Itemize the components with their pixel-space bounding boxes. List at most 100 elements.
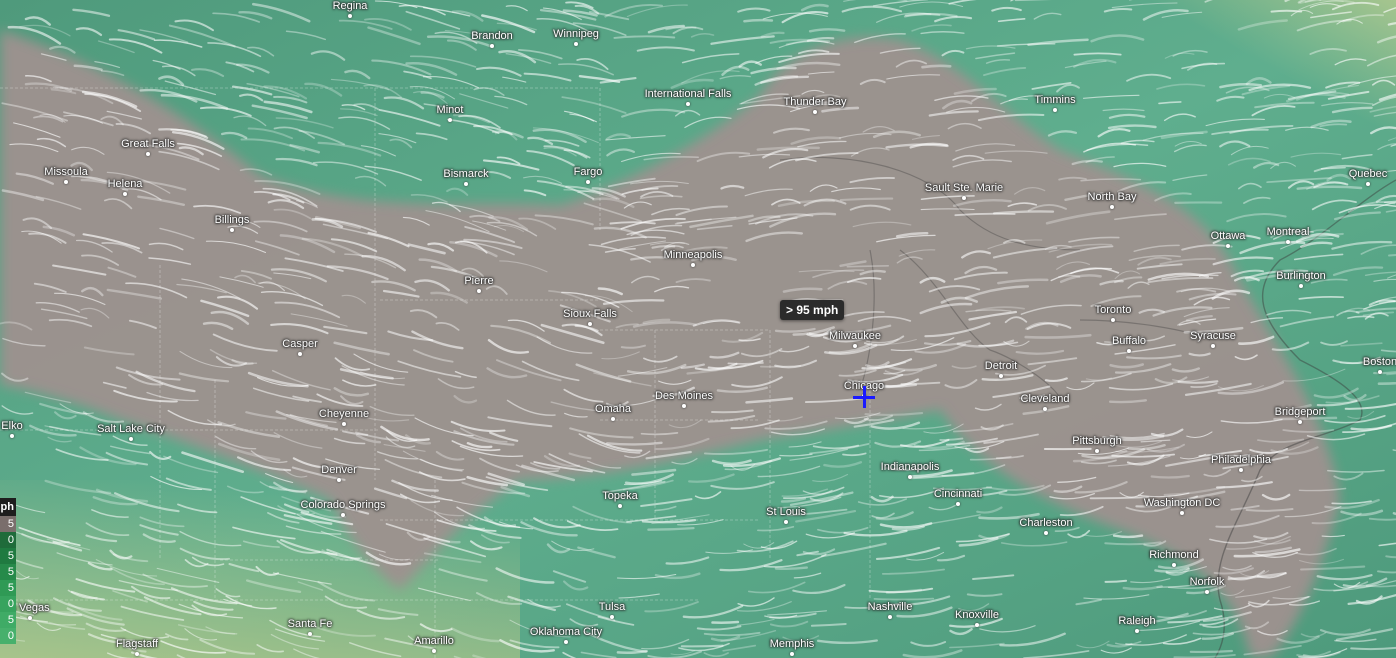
city-label[interactable]: Bridgeport: [1275, 406, 1326, 418]
city-label[interactable]: Sault Ste. Marie: [925, 182, 1003, 194]
city-label[interactable]: Topeka: [602, 490, 637, 502]
city-label[interactable]: Ottawa: [1211, 230, 1246, 242]
city-marker: [1172, 563, 1176, 567]
city-label[interactable]: Minot: [437, 104, 464, 116]
city-label[interactable]: Billings: [215, 214, 250, 226]
city-label[interactable]: Cheyenne: [319, 408, 369, 420]
city-label[interactable]: Casper: [282, 338, 317, 350]
city-label[interactable]: Bismarck: [443, 168, 488, 180]
city-label[interactable]: Burlington: [1276, 270, 1326, 282]
legend-step: 0: [0, 532, 16, 548]
city-label[interactable]: Colorado Springs: [301, 499, 386, 511]
city-label[interactable]: Thunder Bay: [784, 96, 847, 108]
city-label[interactable]: Minneapolis: [664, 249, 723, 261]
city-marker: [337, 478, 341, 482]
city-label[interactable]: Amarillo: [414, 635, 454, 647]
city-label[interactable]: Philadelphia: [1211, 454, 1271, 466]
city-marker: [564, 640, 568, 644]
city-label[interactable]: Raleigh: [1118, 615, 1155, 627]
city-label[interactable]: Missoula: [44, 166, 87, 178]
city-label[interactable]: Brandon: [471, 30, 513, 42]
city-marker: [813, 110, 817, 114]
city-marker: [975, 623, 979, 627]
city-label[interactable]: Richmond: [1149, 549, 1199, 561]
legend-step: 5: [0, 564, 16, 580]
city-marker: [432, 649, 436, 653]
city-marker: [146, 152, 150, 156]
city-label[interactable]: Elko: [1, 420, 22, 432]
city-label[interactable]: Omaha: [595, 403, 631, 415]
city-label[interactable]: Norfolk: [1190, 576, 1225, 588]
city-label[interactable]: Oklahoma City: [530, 626, 602, 638]
city-marker: [123, 192, 127, 196]
city-marker: [129, 437, 133, 441]
crosshair-cursor-icon[interactable]: [853, 386, 875, 408]
city-marker: [1111, 318, 1115, 322]
city-label[interactable]: Pittsburgh: [1072, 435, 1122, 447]
city-marker: [230, 228, 234, 232]
city-label[interactable]: Pierre: [464, 275, 493, 287]
legend-step: 0: [0, 596, 16, 612]
city-label[interactable]: Detroit: [985, 360, 1017, 372]
city-label[interactable]: Quebec: [1349, 168, 1388, 180]
city-marker: [448, 118, 452, 122]
city-label[interactable]: Memphis: [770, 638, 815, 650]
city-marker: [1211, 344, 1215, 348]
city-label[interactable]: Regina: [333, 0, 368, 12]
city-marker: [135, 652, 139, 656]
city-label[interactable]: Buffalo: [1112, 335, 1146, 347]
wind-streak: [921, 64, 952, 69]
city-label[interactable]: Boston: [1363, 356, 1396, 368]
city-label[interactable]: Charleston: [1019, 517, 1072, 529]
city-marker: [1299, 284, 1303, 288]
city-label[interactable]: Tulsa: [599, 601, 626, 613]
city-marker: [477, 289, 481, 293]
city-label[interactable]: North Bay: [1088, 191, 1137, 203]
city-label[interactable]: Nashville: [868, 601, 913, 613]
city-marker: [1095, 449, 1099, 453]
city-marker: [586, 180, 590, 184]
city-label[interactable]: Washington DC: [1144, 497, 1221, 509]
city-label[interactable]: Winnipeg: [553, 28, 599, 40]
city-label[interactable]: Fargo: [574, 166, 603, 178]
city-marker: [1286, 240, 1290, 244]
city-marker: [1378, 370, 1382, 374]
wind-streak: [1273, 416, 1338, 421]
wind-speed-tooltip: > 95 mph: [780, 300, 845, 320]
wind-streak: [1104, 579, 1128, 583]
city-label[interactable]: Helena: [108, 178, 143, 190]
city-label[interactable]: Knoxville: [955, 609, 999, 621]
city-marker: [1127, 349, 1131, 353]
city-label[interactable]: Montreal: [1267, 226, 1310, 238]
city-marker: [888, 615, 892, 619]
city-label[interactable]: Santa Fe: [288, 618, 333, 630]
city-label[interactable]: International Falls: [645, 88, 732, 100]
city-label[interactable]: Denver: [321, 464, 356, 476]
city-label[interactable]: Sioux Falls: [563, 308, 617, 320]
wind-streak: [616, 649, 648, 654]
city-label[interactable]: St Louis: [766, 506, 806, 518]
city-label[interactable]: Toronto: [1095, 304, 1132, 316]
city-marker: [691, 263, 695, 267]
city-label[interactable]: Timmins: [1034, 94, 1075, 106]
city-marker: [1205, 590, 1209, 594]
wind-streak: [1388, 253, 1396, 257]
city-label[interactable]: Milwaukee: [829, 330, 881, 342]
city-marker: [908, 475, 912, 479]
city-label[interactable]: s Vegas: [10, 602, 49, 614]
city-marker: [618, 504, 622, 508]
legend-step: 5: [0, 580, 16, 596]
city-label[interactable]: Syracuse: [1190, 330, 1236, 342]
city-label[interactable]: Salt Lake City: [97, 423, 165, 435]
city-marker: [1043, 407, 1047, 411]
city-label[interactable]: Indianapolis: [881, 461, 940, 473]
city-marker: [686, 102, 690, 106]
city-marker: [962, 196, 966, 200]
city-label[interactable]: Flagstaff: [116, 638, 158, 650]
city-marker: [490, 44, 494, 48]
city-label[interactable]: Cleveland: [1021, 393, 1070, 405]
wind-streak: [711, 620, 740, 624]
city-label[interactable]: Cincinnati: [934, 488, 982, 500]
city-label[interactable]: Des Moines: [655, 390, 713, 402]
city-label[interactable]: Great Falls: [121, 138, 175, 150]
